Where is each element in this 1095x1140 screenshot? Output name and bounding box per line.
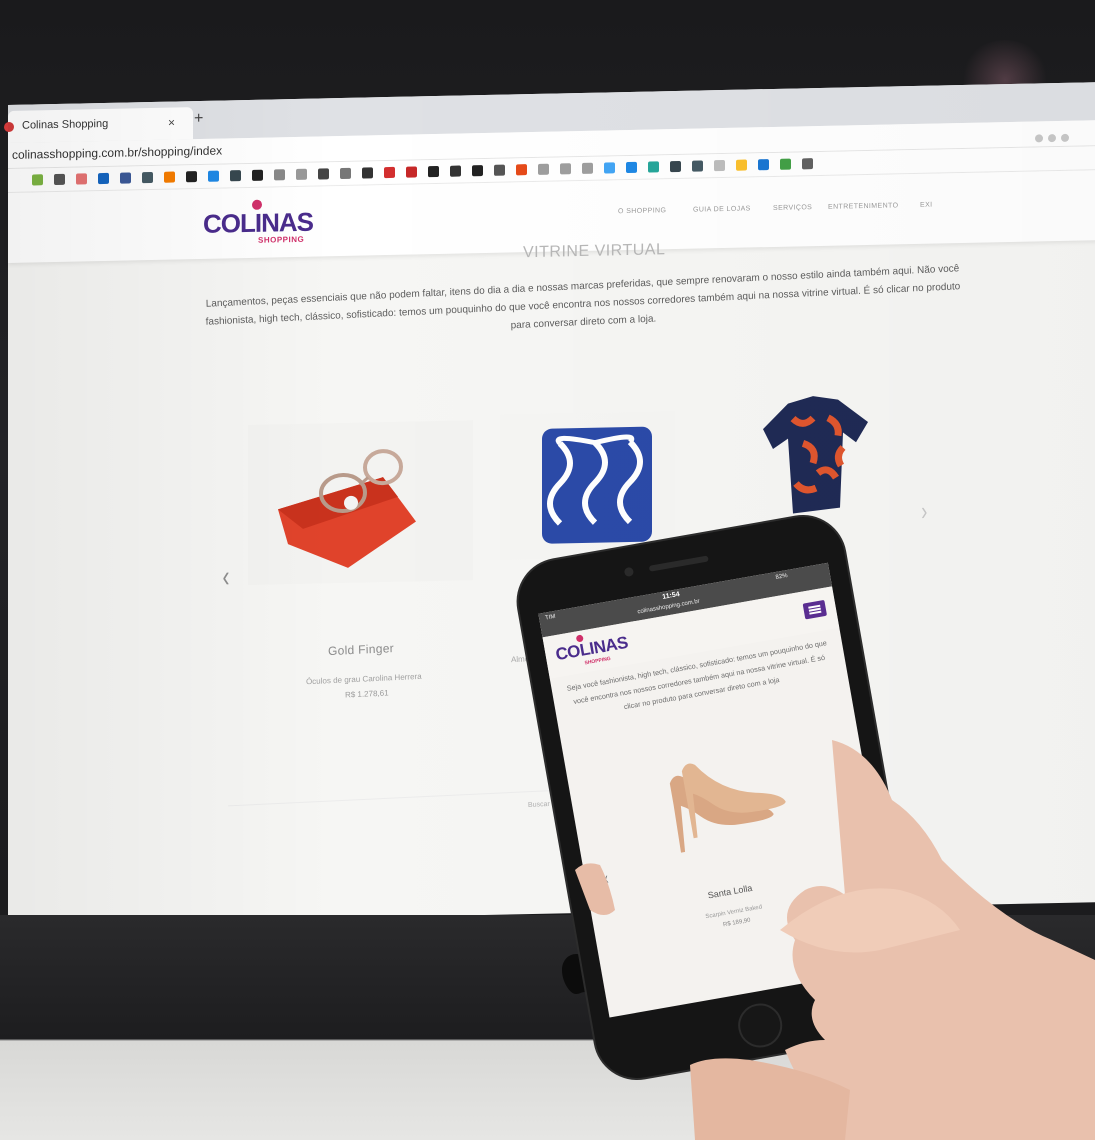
bookmark-icon[interactable] xyxy=(472,165,483,177)
bookmark-icon[interactable] xyxy=(428,165,439,178)
shoe-image[interactable] xyxy=(645,725,792,856)
nav-item-exi[interactable]: EXI xyxy=(920,202,932,209)
phone-product-description: Scarpin Verniz Baked xyxy=(705,904,763,921)
product-name[interactable]: Gold Finger xyxy=(328,641,394,658)
bookmark-icon[interactable] xyxy=(406,166,417,178)
phone-product-name[interactable]: Santa Lolla xyxy=(707,883,753,901)
phone-carousel-next-icon[interactable]: › xyxy=(837,794,844,815)
nav-item-guia-de-lojas[interactable]: GUIA DE LOJAS xyxy=(693,205,751,213)
nav-item-shopping[interactable]: O SHOPPING xyxy=(618,207,666,215)
bookmark-icon[interactable] xyxy=(582,162,593,174)
pillow-icon xyxy=(542,426,652,544)
hamburger-menu-icon[interactable] xyxy=(802,599,828,620)
bookmark-icon[interactable] xyxy=(384,166,395,179)
bookmark-icon[interactable] xyxy=(538,163,549,175)
monitor-screen: Colinas Shopping × + colinasshopping.com… xyxy=(4,82,1095,926)
product-description: Óculos de grau Carolina Herrera xyxy=(305,671,422,687)
bookmark-icon[interactable] xyxy=(758,159,769,171)
colinas-logo[interactable]: COLINAS SHOPPING xyxy=(203,199,313,251)
bookmark-icon[interactable] xyxy=(120,172,131,184)
bookmark-icon[interactable] xyxy=(76,173,87,185)
bookmark-icon[interactable] xyxy=(274,169,285,181)
bookmark-icon[interactable] xyxy=(494,164,505,176)
status-time: 11:54 xyxy=(661,590,681,601)
product-image-glasses[interactable] xyxy=(248,420,473,585)
extension-icon[interactable] xyxy=(1048,134,1056,143)
extension-icon[interactable] xyxy=(1061,133,1069,142)
new-tab-icon[interactable]: + xyxy=(194,110,203,127)
tab-close-icon[interactable]: × xyxy=(168,116,175,130)
carrier-label: TIM xyxy=(544,613,556,622)
bookmark-icon[interactable] xyxy=(362,167,373,179)
bookmark-icon[interactable] xyxy=(780,158,791,170)
nav-item-entretenimento[interactable]: ENTRETENIMENTO xyxy=(828,202,898,210)
bookmark-icon[interactable] xyxy=(450,165,461,177)
bookmark-icon[interactable] xyxy=(560,163,571,175)
bookmark-icon[interactable] xyxy=(318,168,329,180)
bookmark-icon[interactable] xyxy=(802,158,813,170)
bookmark-icon[interactable] xyxy=(252,169,263,181)
bookmark-icon[interactable] xyxy=(230,170,241,182)
nav-item-servicos[interactable]: SERVIÇOS xyxy=(773,204,812,212)
bookmark-icon[interactable] xyxy=(296,168,307,180)
bookmark-icon[interactable] xyxy=(32,174,43,186)
bookmark-icon[interactable] xyxy=(714,159,725,172)
product-image-shirt[interactable] xyxy=(748,386,883,520)
logo-subtitle: SHOPPING xyxy=(258,234,305,245)
tab-title: Colinas Shopping xyxy=(22,117,109,132)
shirt-icon xyxy=(763,396,868,514)
bookmark-icon[interactable] xyxy=(142,171,153,184)
bookmark-icon[interactable] xyxy=(692,160,703,172)
extension-icon[interactable] xyxy=(1035,134,1043,143)
bookmark-icon[interactable] xyxy=(54,173,65,186)
url-text[interactable]: colinasshopping.com.br/shopping/index xyxy=(12,144,222,162)
phone-product-price: R$ 189,90 xyxy=(722,917,752,929)
bookmark-icon[interactable] xyxy=(516,164,527,176)
bookmark-icon[interactable] xyxy=(626,161,637,174)
bookmark-icon[interactable] xyxy=(186,171,197,183)
bookmark-icon[interactable] xyxy=(208,170,219,182)
carousel-prev-icon[interactable]: ‹ xyxy=(223,560,230,594)
bookmark-icon[interactable] xyxy=(670,160,681,173)
phone-carousel-prev-icon[interactable]: ‹ xyxy=(603,868,610,889)
bookmark-icon[interactable] xyxy=(648,161,659,173)
photo: Colinas Shopping × + colinasshopping.com… xyxy=(0,0,1095,1140)
product-price: R$ 1.278,61 xyxy=(344,688,389,700)
site-nav: O SHOPPING GUIA DE LOJAS SERVIÇOS ENTRET… xyxy=(618,201,958,222)
product-image-pillow[interactable] xyxy=(500,411,675,560)
favicon-icon xyxy=(4,121,14,133)
battery-level: 82% xyxy=(775,572,789,581)
intro-text: Lançamentos, peças essenciais que não po… xyxy=(205,263,961,332)
bookmark-icon[interactable] xyxy=(164,171,175,183)
section-title: VITRINE VIRTUAL xyxy=(523,241,666,262)
bookmark-icon[interactable] xyxy=(340,167,351,180)
browser-tab[interactable]: Colinas Shopping × xyxy=(4,107,193,143)
bookmark-icon[interactable] xyxy=(736,159,747,171)
bookmark-icon[interactable] xyxy=(98,172,109,185)
monitor-chin xyxy=(0,915,1095,1140)
carousel-next-icon[interactable]: › xyxy=(921,496,927,527)
bookmark-icon[interactable] xyxy=(604,162,615,174)
glasses-case-icon xyxy=(278,449,416,568)
extension-icons xyxy=(1030,128,1090,143)
